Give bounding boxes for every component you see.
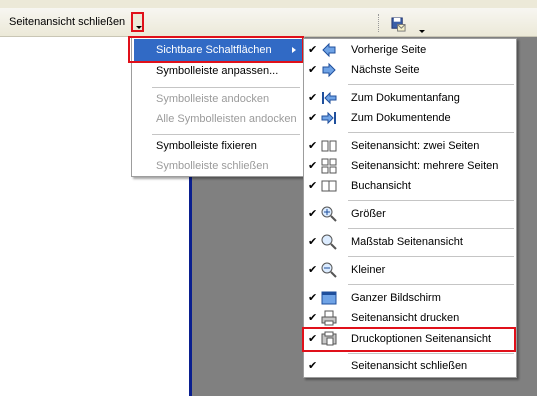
menu-item-previous-page[interactable]: ✔ Vorherige Seite xyxy=(305,39,515,61)
check-icon: ✔ xyxy=(308,44,318,56)
menu-item-multiple-pages[interactable]: ✔ Seitenansicht: mehrere Seiten xyxy=(305,155,515,177)
zoom-in-icon xyxy=(321,206,337,222)
menu-item-label: Kleiner xyxy=(351,264,386,276)
menu-item-document-start[interactable]: ✔ Zum Dokumentanfang xyxy=(305,87,515,109)
check-icon: ✔ xyxy=(308,160,318,172)
menu-item-close-preview[interactable]: ✔ Seitenansicht schließen xyxy=(305,355,515,377)
check-icon: ✔ xyxy=(308,180,318,192)
zoom-out-icon xyxy=(321,262,337,278)
menu-item-label: Symbolleiste anpassen... xyxy=(156,65,279,77)
menu-item-zoom-scale[interactable]: ✔ Maßstab Seitenansicht xyxy=(305,231,515,253)
print-icon xyxy=(321,310,337,326)
last-page-icon xyxy=(321,111,336,125)
check-icon: ✔ xyxy=(308,236,318,248)
book-view-icon xyxy=(321,180,337,192)
fullscreen-icon xyxy=(321,291,337,305)
menu-item-two-pages[interactable]: ✔ Seitenansicht: zwei Seiten xyxy=(305,135,515,157)
first-page-icon xyxy=(322,91,337,105)
menu-item-label: Größer xyxy=(351,208,386,220)
menu-item-book-view[interactable]: ✔ Buchansicht xyxy=(305,175,515,197)
menu-separator xyxy=(348,284,514,285)
menu-item-label: Seitenansicht: zwei Seiten xyxy=(351,140,480,152)
menu-item-fullscreen[interactable]: ✔ Ganzer Bildschirm xyxy=(305,287,515,309)
check-icon: ✔ xyxy=(308,140,318,152)
menu-separator xyxy=(348,256,514,257)
two-pages-icon xyxy=(321,140,337,152)
menu-separator xyxy=(348,228,514,229)
check-icon: ✔ xyxy=(308,92,318,104)
annotation-highlight-box xyxy=(302,327,516,352)
arrow-right-icon xyxy=(322,62,336,78)
menu-item-dock-all-toolbars: Alle Symbolleisten andocken xyxy=(134,108,302,130)
menu-item-document-end[interactable]: ✔ Zum Dokumentende xyxy=(305,107,515,129)
menu-item-label: Zum Dokumentanfang xyxy=(351,92,460,104)
menu-item-label: Zum Dokumentende xyxy=(351,112,451,124)
toolbar-separator xyxy=(378,14,381,32)
menu-item-label: Symbolleiste fixieren xyxy=(156,140,257,152)
menu-item-zoom-out[interactable]: ✔ Kleiner xyxy=(305,259,515,281)
arrow-left-icon xyxy=(322,42,336,58)
menu-item-close-toolbar: Symbolleiste schließen xyxy=(134,155,302,177)
menu-item-label: Symbolleiste andocken xyxy=(156,93,270,105)
menu-item-next-page[interactable]: ✔ Nächste Seite xyxy=(305,59,515,81)
menu-item-label: Symbolleiste schließen xyxy=(156,160,269,172)
menu-item-label: Ganzer Bildschirm xyxy=(351,292,441,304)
save-mail-icon[interactable] xyxy=(391,17,406,32)
check-icon: ✔ xyxy=(308,208,318,220)
menu-item-zoom-in[interactable]: ✔ Größer xyxy=(305,203,515,225)
check-icon: ✔ xyxy=(308,264,318,276)
menu-separator xyxy=(348,200,514,201)
zoom-icon xyxy=(321,234,337,250)
menu-item-label: Nächste Seite xyxy=(351,64,420,76)
menu-item-customize-toolbar[interactable]: Symbolleiste anpassen... xyxy=(134,60,302,82)
page-preview-toolbar: Seitenansicht schließen xyxy=(0,8,537,37)
menu-item-label: Seitenansicht drucken xyxy=(351,312,460,324)
toolbar-options-button[interactable] xyxy=(131,12,144,32)
menu-item-label: Buchansicht xyxy=(351,180,411,192)
check-icon: ✔ xyxy=(308,312,318,324)
check-icon: ✔ xyxy=(308,292,318,304)
check-icon: ✔ xyxy=(308,64,318,76)
menu-item-label: Maßstab Seitenansicht xyxy=(351,236,463,248)
multiple-pages-icon xyxy=(321,158,337,174)
menu-separator xyxy=(348,132,514,133)
annotation-highlight-box xyxy=(128,36,304,63)
chevron-down-icon[interactable] xyxy=(419,30,425,33)
menu-separator xyxy=(348,353,514,354)
menu-separator xyxy=(348,84,514,85)
menu-item-lock-toolbar[interactable]: Symbolleiste fixieren xyxy=(134,135,302,157)
chevron-down-icon xyxy=(136,26,142,29)
menu-item-label: Alle Symbolleisten andocken xyxy=(156,113,297,125)
check-icon: ✔ xyxy=(308,360,318,372)
menu-item-label: Seitenansicht: mehrere Seiten xyxy=(351,160,499,172)
close-preview-button[interactable]: Seitenansicht schließen xyxy=(9,16,125,28)
menu-item-label: Vorherige Seite xyxy=(351,44,427,56)
menu-item-dock-toolbar: Symbolleiste andocken xyxy=(134,88,302,110)
check-icon: ✔ xyxy=(308,112,318,124)
menu-item-label: Seitenansicht schließen xyxy=(351,360,468,372)
menu-item-print-preview[interactable]: ✔ Seitenansicht drucken xyxy=(305,307,515,329)
